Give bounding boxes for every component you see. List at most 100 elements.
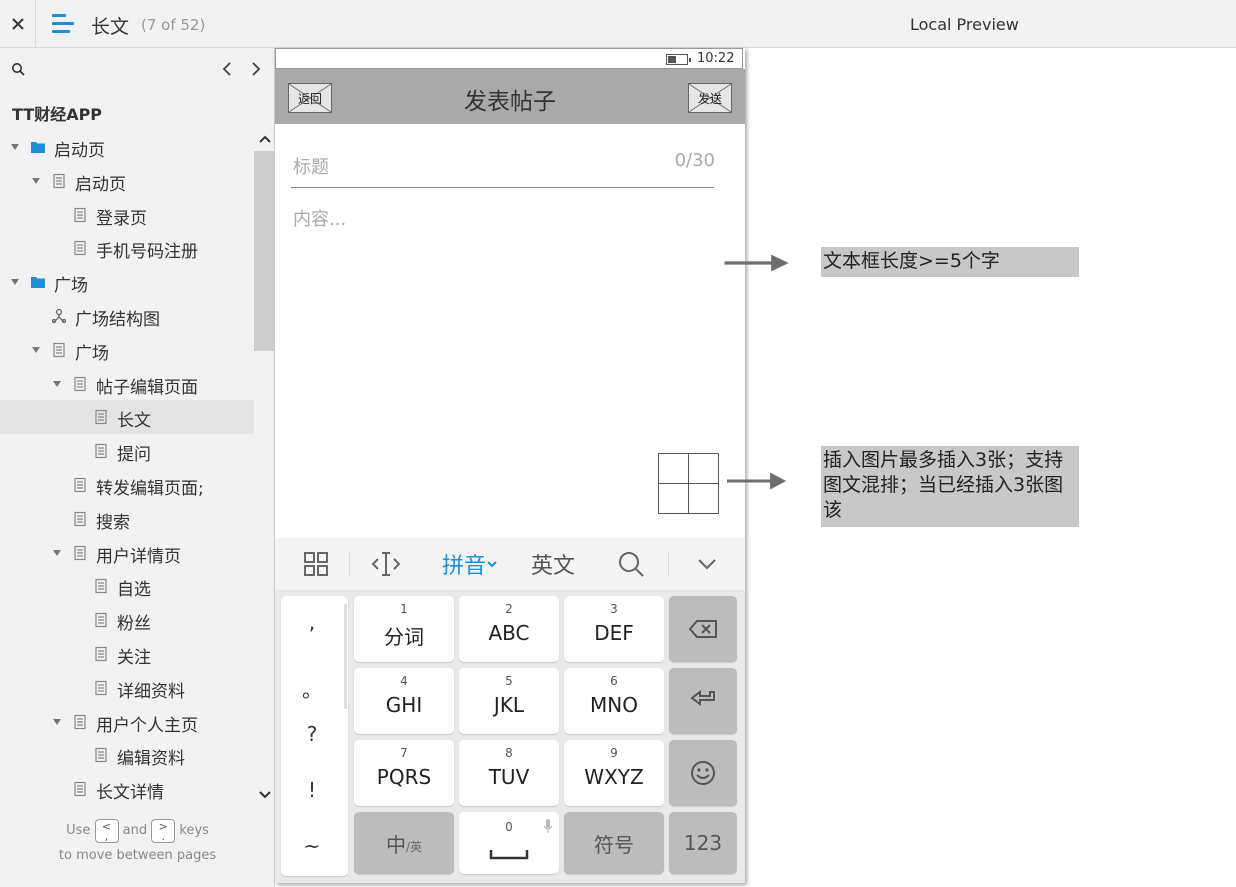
sidebar-item[interactable]: 长文 (0, 400, 254, 434)
annotation-note: 文本框长度>=5个字 (821, 247, 1079, 277)
language-switch-key[interactable]: 中/英 (354, 812, 454, 874)
page-icon (74, 477, 86, 493)
phone-preview: 10:22 返回 发表帖子 发送 标题 0/30 内容... 拼音 英文 , 。… (275, 48, 745, 883)
key-letters: DEF (594, 621, 634, 645)
sidebar-item[interactable]: 广场 (0, 265, 254, 299)
title-input[interactable]: 标题 0/30 (291, 143, 715, 188)
key-letters: JKL (493, 693, 525, 717)
keypad-key[interactable]: 4 GHI (354, 668, 454, 734)
enter-icon (690, 690, 715, 706)
search-icon[interactable] (11, 62, 26, 77)
hamburger-icon[interactable] (52, 14, 74, 34)
punct-key[interactable]: ! (281, 778, 343, 802)
keypad-key[interactable]: 2 ABC (459, 596, 559, 662)
sidebar-item[interactable]: 帖子编辑页面 (0, 367, 254, 401)
backspace-icon (688, 620, 717, 638)
send-button[interactable]: 发送 (688, 83, 732, 113)
chevron-down-icon (487, 561, 497, 568)
content-textarea[interactable]: 内容... (291, 198, 714, 498)
arrow-icon (727, 472, 787, 490)
scroll-up-icon[interactable] (257, 132, 273, 146)
key-number: 8 (505, 746, 513, 760)
key-letters: GHI (385, 693, 423, 717)
keypad-key[interactable]: 1 分词 (354, 596, 454, 662)
sidebar-item[interactable]: 自选 (0, 569, 254, 603)
caret-down-icon[interactable] (52, 548, 62, 558)
key-letters: PQRS (376, 765, 432, 789)
sidebar-item[interactable]: 启动页 (0, 164, 254, 198)
scroll-down-icon[interactable] (257, 788, 273, 802)
sidebar-item[interactable]: 转发编辑页面; (0, 468, 254, 502)
enter-key[interactable] (669, 668, 737, 734)
punct-key[interactable]: , (281, 610, 343, 634)
sidebar-item[interactable]: 广场结构图 (0, 299, 254, 333)
sidebar-item-label: 用户详情页 (96, 547, 181, 567)
punct-key[interactable]: ~ (281, 834, 343, 858)
backspace-key[interactable] (669, 596, 737, 662)
caret-down-icon[interactable] (52, 717, 62, 727)
sidebar-item[interactable]: 登录页 (0, 198, 254, 232)
sidebar-item[interactable]: 长文详情 (0, 772, 254, 806)
space-icon (489, 850, 529, 860)
prev-key-cap: < , (94, 818, 119, 843)
sidebar-item-label: 长文详情 (96, 783, 164, 803)
punct-key[interactable]: ? (281, 722, 343, 746)
sidebar-item[interactable]: 详细资料 (0, 671, 254, 705)
close-button[interactable] (0, 0, 36, 47)
caret-down-icon[interactable] (31, 345, 41, 355)
sidebar-item[interactable]: 关注 (0, 637, 254, 671)
punctuation-column: , 。 ? ! ~ (281, 596, 348, 876)
sidebar-item-label: 广场 (54, 276, 88, 296)
caret-down-icon[interactable] (10, 277, 20, 287)
page-icon (74, 781, 86, 797)
caret-down-icon[interactable] (31, 176, 41, 186)
sidebar-scrollbar[interactable] (254, 151, 274, 351)
search-icon[interactable] (609, 548, 653, 580)
page-icon (95, 578, 107, 594)
sidebar-item[interactable]: 搜索 (0, 502, 254, 536)
chevron-left-icon[interactable] (219, 60, 235, 78)
app-header: 返回 发表帖子 发送 (275, 69, 745, 124)
pinyin-tab[interactable]: 拼音 (435, 548, 505, 580)
sidebar-item[interactable]: 粉丝 (0, 603, 254, 637)
sidebar-item[interactable]: 用户详情页 (0, 536, 254, 570)
keypad-key[interactable]: 6 MNO (564, 668, 664, 734)
sidebar-item-label: 详细资料 (117, 682, 185, 702)
emoji-key[interactable] (669, 740, 737, 806)
english-tab[interactable]: 英文 (522, 548, 584, 580)
space-key[interactable]: 0 (459, 812, 559, 874)
number-switch-key[interactable]: 123 (669, 812, 737, 874)
sidebar-item[interactable]: 提问 (0, 434, 254, 468)
key-number: 7 (400, 746, 408, 760)
sidebar-item-label: 长文 (117, 411, 151, 431)
symbols-label: 符号 (594, 832, 634, 857)
page-icon (95, 680, 107, 696)
punct-key[interactable]: 。 (281, 674, 343, 703)
collapse-keyboard-icon[interactable] (685, 548, 729, 580)
symbols-key[interactable]: 符号 (564, 812, 664, 874)
sidebar-item[interactable]: 编辑资料 (0, 738, 254, 772)
zh-sub-label: /英 (405, 839, 423, 854)
sidebar-item[interactable]: 手机号码注册 (0, 231, 254, 265)
punctuation-scrollbar[interactable] (344, 604, 347, 709)
grid-menu-icon[interactable] (293, 548, 339, 580)
sidebar-item[interactable]: 广场 (0, 333, 254, 367)
page-icon (74, 240, 86, 256)
keypad-key[interactable]: 8 TUV (459, 740, 559, 806)
keypad-key[interactable]: 7 PQRS (354, 740, 454, 806)
project-title: TT财经APP (12, 105, 103, 124)
sidebar-item-label: 帖子编辑页面 (96, 378, 198, 398)
cursor-move-icon[interactable] (363, 548, 409, 580)
chevron-right-icon[interactable] (248, 60, 264, 78)
keypad-key[interactable]: 5 JKL (459, 668, 559, 734)
insert-image-icon[interactable] (658, 453, 719, 514)
keypad-key[interactable]: 3 DEF (564, 596, 664, 662)
folder-icon (31, 277, 45, 288)
sidebar-item[interactable]: 用户个人主页 (0, 705, 254, 739)
caret-down-icon[interactable] (52, 379, 62, 389)
sidebar-item[interactable]: 启动页 (0, 130, 254, 164)
caret-down-icon[interactable] (10, 142, 20, 152)
hint-keys: keys (179, 823, 209, 838)
keypad-key[interactable]: 9 WXYZ (564, 740, 664, 806)
page-icon (95, 443, 107, 459)
